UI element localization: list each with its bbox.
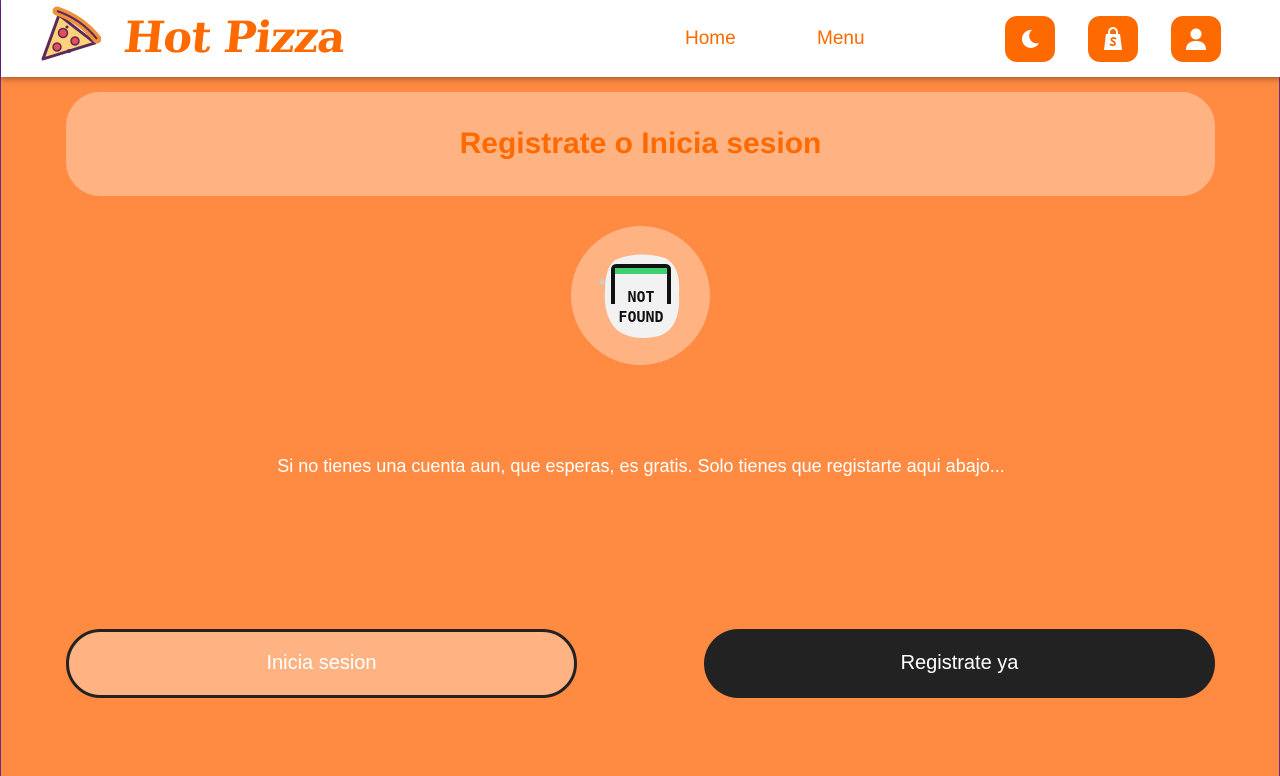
user-account-button[interactable] xyxy=(1171,16,1221,62)
avatar: NOT FOUND xyxy=(571,226,710,365)
theme-toggle-button[interactable] xyxy=(1005,16,1055,62)
login-button[interactable]: Inicia sesion xyxy=(66,629,577,698)
nav-link-home[interactable]: Home xyxy=(685,27,736,51)
page-title: Registrate o Inicia sesion xyxy=(459,127,822,160)
not-found-text-line-1: NOT xyxy=(627,288,654,306)
shopping-bag-icon xyxy=(1104,27,1122,50)
cart-button[interactable] xyxy=(1088,16,1138,62)
brand-logo-text[interactable]: Hot Pizza xyxy=(121,12,347,64)
pizza-slice-icon[interactable] xyxy=(37,5,102,67)
not-found-text-line-2: FOUND xyxy=(618,308,663,326)
moon-icon xyxy=(1021,29,1039,48)
user-icon xyxy=(1186,28,1206,50)
register-button[interactable]: Registrate ya xyxy=(704,629,1215,698)
navbar: Hot Pizza Home Menu xyxy=(1,0,1280,77)
title-card: Registrate o Inicia sesion xyxy=(66,92,1215,196)
nav-link-menu[interactable]: Menu xyxy=(817,27,865,51)
register-message: Si no tienes una cuenta aun, que esperas… xyxy=(277,456,1005,476)
not-found-image: NOT FOUND xyxy=(599,253,679,338)
